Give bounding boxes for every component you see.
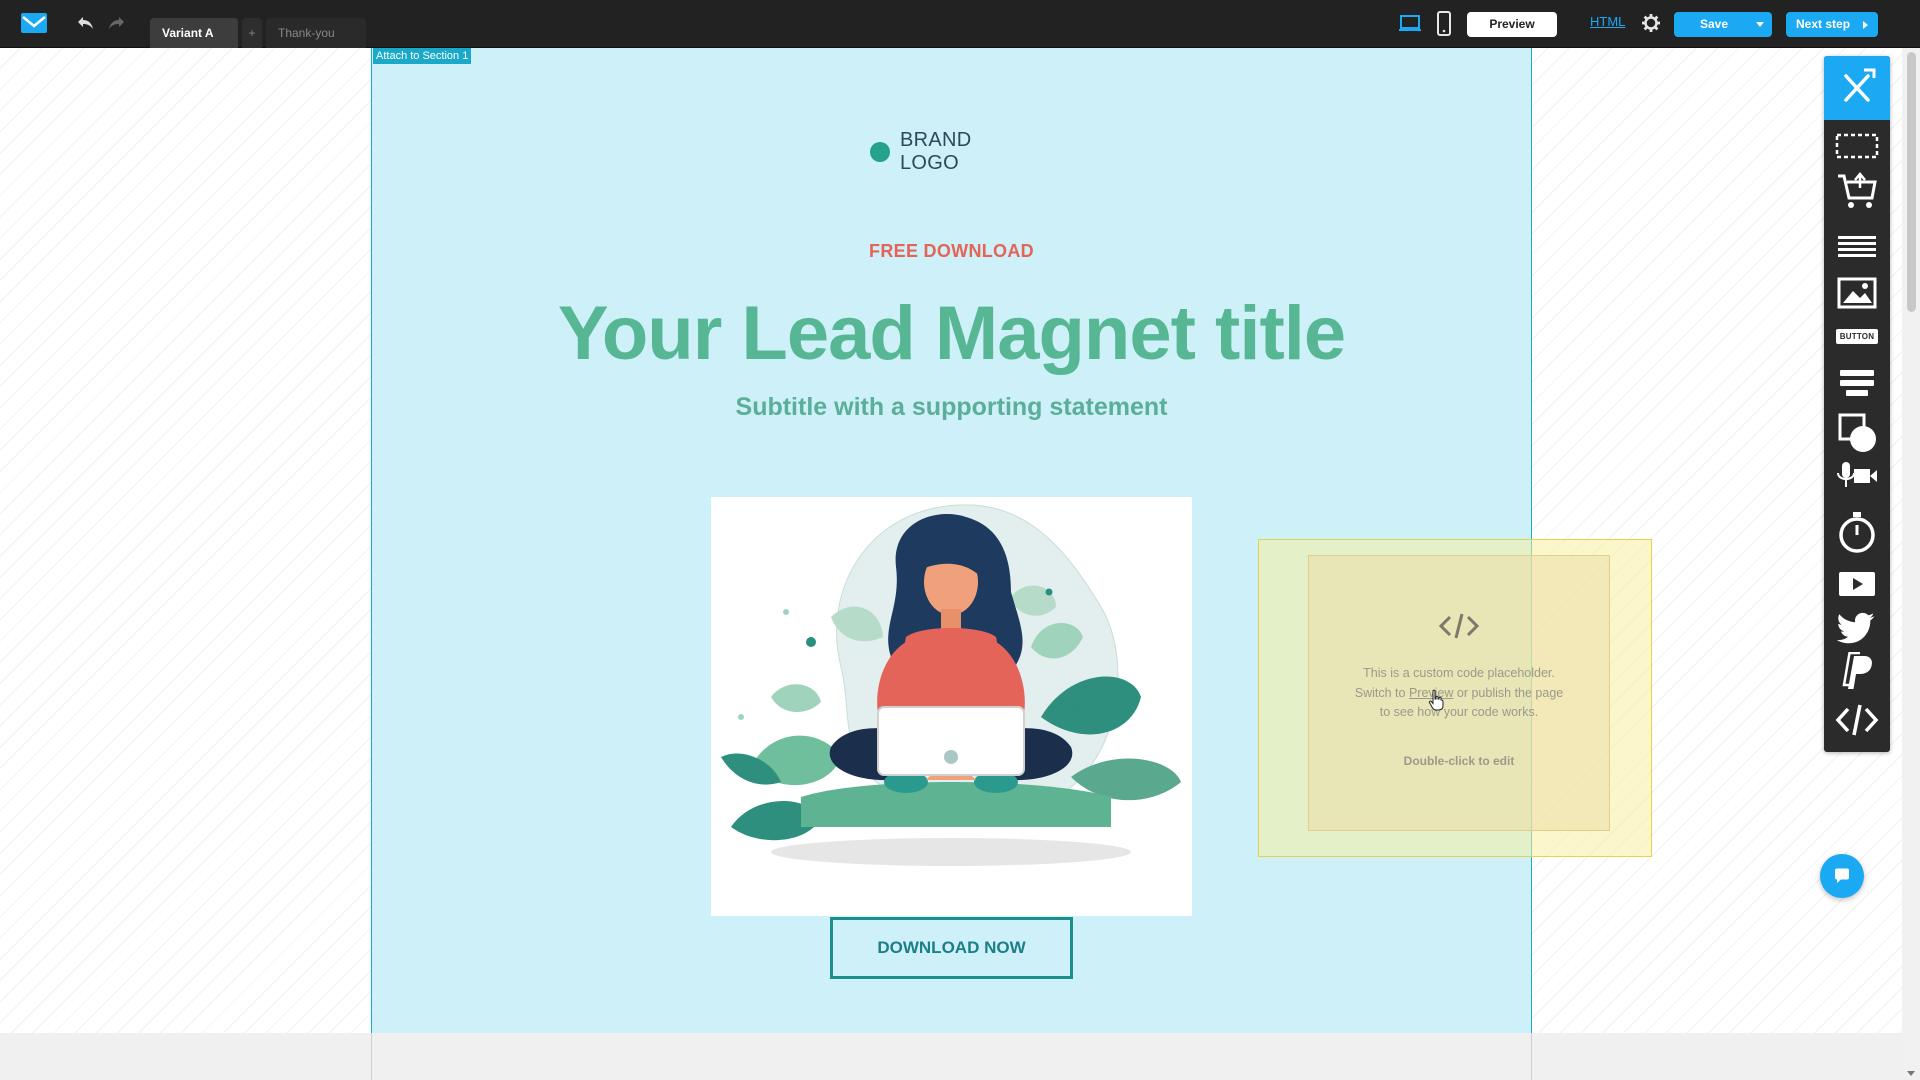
code-icon (1438, 610, 1480, 642)
section-guides (371, 1033, 1532, 1080)
code-text-line-2: Switch to Preview or publish the page (1308, 684, 1610, 704)
save-button-label: Save (1699, 17, 1729, 31)
tab-variant-a[interactable]: Variant A (150, 18, 238, 48)
paypal-icon[interactable] (1834, 652, 1880, 692)
undo-icon[interactable] (76, 14, 96, 32)
gear-icon[interactable] (1641, 13, 1661, 33)
next-step-button[interactable]: Next step (1786, 12, 1878, 37)
video-icon[interactable] (1834, 564, 1880, 604)
section-icon[interactable] (1834, 126, 1880, 166)
form-icon[interactable] (1834, 363, 1880, 403)
caret-right-icon (1863, 21, 1868, 29)
chevron-down-icon[interactable] (1756, 22, 1764, 27)
code-placeholder-text: This is a custom code placeholder. Switc… (1308, 664, 1610, 723)
add-tab-button[interactable]: + (242, 18, 262, 48)
double-click-hint: Double-click to edit (1403, 754, 1515, 768)
brand-logo-dot (870, 142, 890, 162)
twitter-icon[interactable] (1834, 607, 1880, 647)
shapes-icon[interactable] (1834, 413, 1880, 454)
button-icon[interactable]: BUTTON (1834, 316, 1880, 356)
page-subtitle[interactable]: Subtitle with a supporting statement (371, 393, 1532, 422)
logo-icon[interactable] (20, 12, 48, 34)
button-tool-label: BUTTON (1835, 328, 1879, 344)
hero-illustration[interactable] (711, 497, 1192, 916)
code-text-line-1: This is a custom code placeholder. (1363, 666, 1555, 680)
chat-icon[interactable] (1820, 854, 1864, 898)
text-icon[interactable] (1834, 227, 1880, 267)
hand-cursor-icon (1428, 689, 1444, 711)
redo-icon[interactable] (106, 14, 126, 32)
next-step-label: Next step (1796, 17, 1851, 31)
mobile-view-icon[interactable] (1436, 11, 1452, 37)
preview-button[interactable]: Preview (1467, 12, 1557, 37)
page-headline[interactable]: Your Lead Magnet title (371, 290, 1532, 377)
code-tool-icon[interactable] (1834, 700, 1880, 740)
image-icon[interactable] (1834, 273, 1880, 313)
download-now-button[interactable]: DOWNLOAD NOW (830, 917, 1073, 979)
tab-thank-you-page[interactable]: Thank-you page (266, 18, 366, 70)
timer-icon[interactable] (1834, 512, 1880, 553)
cart-icon[interactable] (1834, 172, 1880, 212)
top-toolbar: Variant A + Thank-you page Preview HTML … (0, 0, 1920, 70)
code-text-line-2-post: or publish the page (1453, 685, 1564, 700)
attach-section-label[interactable]: Attach to Section 1 (373, 48, 472, 64)
eyebrow-text[interactable]: FREE DOWNLOAD (371, 241, 1532, 262)
brand-logo-text: BRAND LOGO (899, 129, 972, 174)
code-text-line-2-pre: Switch to (1354, 685, 1409, 700)
desktop-view-icon[interactable] (1398, 13, 1422, 35)
html-link[interactable]: HTML (1590, 14, 1625, 29)
brand-logo[interactable]: BRAND LOGO (868, 129, 1036, 174)
save-button[interactable]: Save (1674, 12, 1772, 37)
media-icon[interactable] (1834, 458, 1880, 498)
code-text-line-3: to see how your code works. (1379, 705, 1539, 719)
tools-icon[interactable] (1824, 56, 1890, 120)
vertical-scrollbar[interactable] (1902, 48, 1920, 1080)
scrollbar-thumb[interactable] (1907, 52, 1916, 312)
scroll-down-icon[interactable] (1907, 1071, 1915, 1076)
